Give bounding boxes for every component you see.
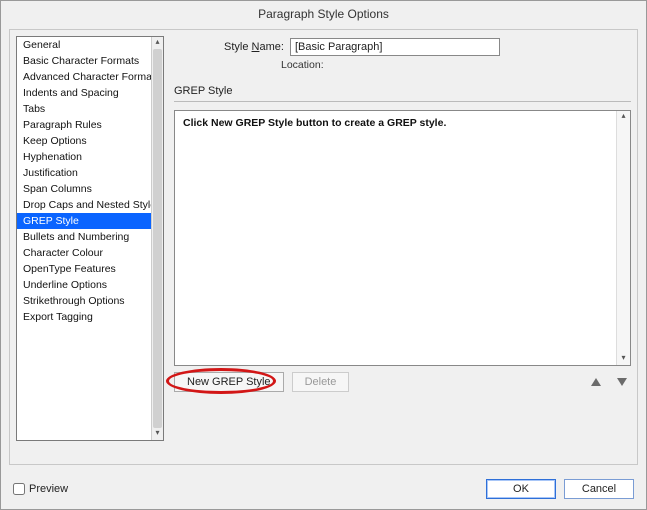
delete-button[interactable]: Delete: [292, 372, 350, 392]
preview-checkbox[interactable]: [13, 483, 25, 495]
new-grep-style-button[interactable]: New GREP Style: [174, 372, 284, 392]
sidebar-item-hyphenation[interactable]: Hyphenation: [17, 149, 151, 165]
sidebar-item-bullets-and-numbering[interactable]: Bullets and Numbering: [17, 229, 151, 245]
move-down-button[interactable]: [613, 376, 631, 388]
scroll-up-icon[interactable]: ▴: [617, 111, 630, 123]
grep-list-scrollbar[interactable]: ▴ ▾: [616, 111, 630, 365]
scroll-thumb[interactable]: [153, 49, 162, 428]
preview-checkbox-label[interactable]: Preview: [13, 483, 68, 495]
move-up-button[interactable]: [587, 376, 605, 388]
style-name-label: Style Name:: [224, 41, 284, 53]
dialog-body: General Basic Character Formats Advanced…: [9, 29, 638, 465]
sidebar-item-indents-and-spacing[interactable]: Indents and Spacing: [17, 85, 151, 101]
cancel-button[interactable]: Cancel: [564, 479, 634, 499]
sidebar-item-opentype-features[interactable]: OpenType Features: [17, 261, 151, 277]
triangle-down-icon: [617, 378, 627, 386]
grep-button-row: New GREP Style Delete: [174, 372, 631, 392]
sidebar-item-span-columns[interactable]: Span Columns: [17, 181, 151, 197]
section-heading: GREP Style: [174, 85, 631, 97]
scroll-down-icon[interactable]: ▾: [617, 353, 630, 365]
preview-label-text: Preview: [29, 483, 68, 495]
sidebar-item-export-tagging[interactable]: Export Tagging: [17, 309, 151, 325]
main-panel: Style Name: Location: GREP Style Click N…: [174, 36, 631, 458]
style-name-row: Style Name:: [224, 38, 631, 56]
dialog-title: Paragraph Style Options: [1, 1, 646, 25]
ok-button[interactable]: OK: [486, 479, 556, 499]
sidebar-item-advanced-character-formats[interactable]: Advanced Character Formats: [17, 69, 151, 85]
sidebar-item-character-colour[interactable]: Character Colour: [17, 245, 151, 261]
triangle-up-icon: [591, 378, 601, 386]
paragraph-style-options-dialog: Paragraph Style Options General Basic Ch…: [0, 0, 647, 510]
sidebar-item-justification[interactable]: Justification: [17, 165, 151, 181]
category-list: General Basic Character Formats Advanced…: [16, 36, 164, 441]
sidebar-item-underline-options[interactable]: Underline Options: [17, 277, 151, 293]
sidebar-item-paragraph-rules[interactable]: Paragraph Rules: [17, 117, 151, 133]
section-divider: [174, 101, 631, 102]
style-name-input[interactable]: [290, 38, 500, 56]
grep-style-list: Click New GREP Style button to create a …: [174, 110, 631, 366]
sidebar-item-grep-style[interactable]: GREP Style: [17, 213, 151, 229]
location-label: Location:: [281, 59, 631, 71]
sidebar-item-drop-caps-nested-styles[interactable]: Drop Caps and Nested Styles: [17, 197, 151, 213]
sidebar-item-general[interactable]: General: [17, 37, 151, 53]
category-list-items: General Basic Character Formats Advanced…: [17, 37, 151, 440]
scroll-up-icon[interactable]: ▴: [152, 37, 163, 49]
sidebar-scrollbar[interactable]: ▴ ▾: [151, 37, 163, 440]
sidebar-item-strikethrough-options[interactable]: Strikethrough Options: [17, 293, 151, 309]
dialog-footer: Preview OK Cancel: [13, 479, 634, 499]
sidebar-item-keep-options[interactable]: Keep Options: [17, 133, 151, 149]
scroll-down-icon[interactable]: ▾: [152, 428, 163, 440]
grep-style-hint: Click New GREP Style button to create a …: [175, 111, 616, 365]
sidebar-item-tabs[interactable]: Tabs: [17, 101, 151, 117]
sidebar-item-basic-character-formats[interactable]: Basic Character Formats: [17, 53, 151, 69]
